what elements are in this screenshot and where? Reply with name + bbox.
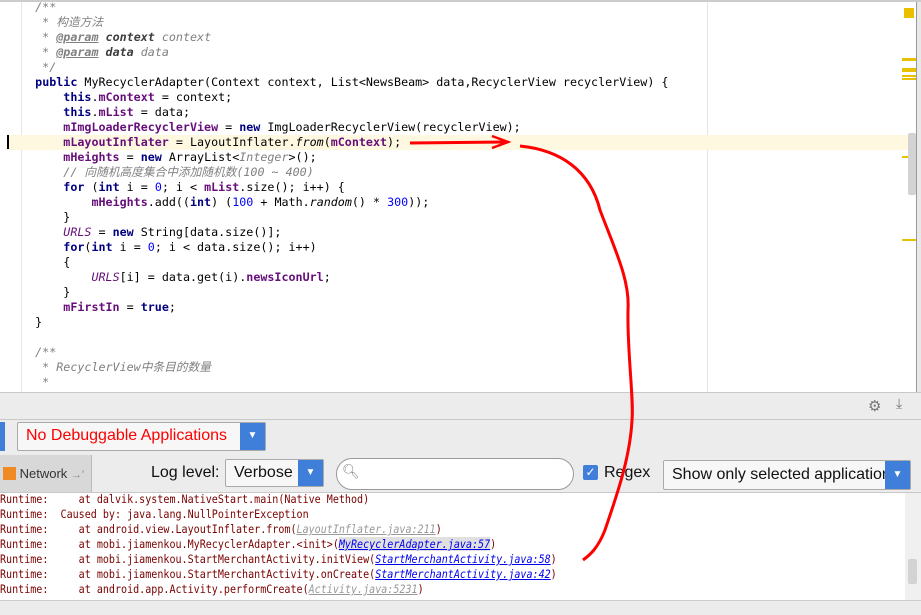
annotation-line <box>409 140 506 145</box>
annotation-curve <box>519 144 634 562</box>
red-annotation-arrow <box>409 134 634 562</box>
